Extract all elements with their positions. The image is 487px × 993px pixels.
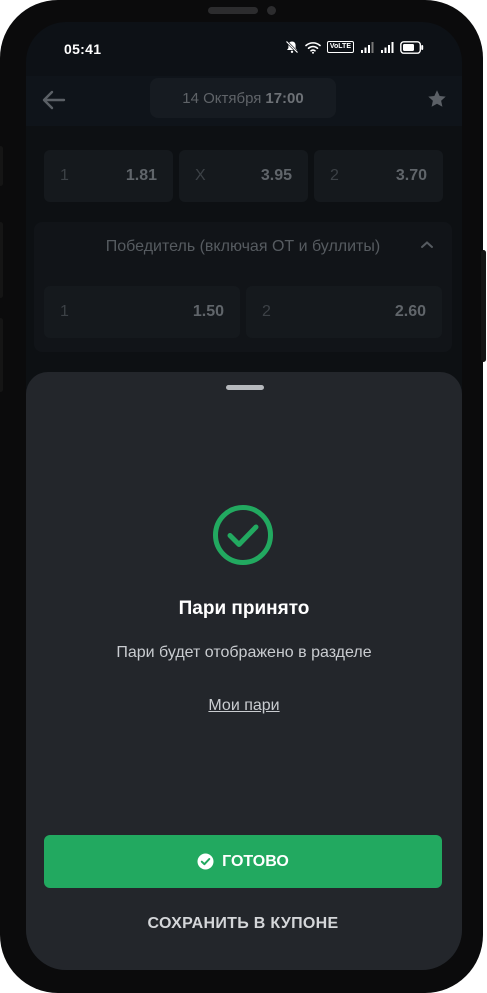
my-bets-link[interactable]: Мои пари bbox=[208, 697, 279, 714]
side-button-right bbox=[481, 250, 486, 362]
volte-icon: VoLTE bbox=[326, 41, 354, 53]
screen: 05:41 VoLTE 14 Октября 17:00 1 1.81 X 3.… bbox=[26, 22, 462, 970]
signal-icon bbox=[361, 42, 374, 53]
market-title: Победитель (включая ОТ и буллиты) bbox=[105, 238, 381, 255]
odds-row-winner: 1 1.50 2 2.60 bbox=[44, 286, 442, 338]
odds-value: 1.50 bbox=[192, 303, 224, 320]
outcome-label: 2 bbox=[330, 167, 339, 184]
event-time: 17:00 bbox=[265, 89, 304, 107]
front-camera bbox=[267, 6, 276, 15]
sheet-drag-handle[interactable] bbox=[226, 385, 264, 390]
sheet-title: Пари принято bbox=[178, 598, 310, 619]
status-bar: 05:41 VoLTE bbox=[26, 22, 462, 76]
app-bar: 14 Октября 17:00 bbox=[26, 76, 462, 126]
event-date: 14 Октября bbox=[182, 89, 262, 107]
save-to-coupon-button[interactable]: СОХРАНИТЬ В КУПОНЕ bbox=[44, 902, 442, 946]
mute-bell-icon bbox=[285, 40, 299, 54]
odds-value: 1.81 bbox=[125, 167, 157, 184]
markets-list: 1 1.81 X 3.95 2 3.70 Победитель (включая… bbox=[26, 126, 462, 386]
market-header[interactable]: Победитель (включая ОТ и буллиты) bbox=[34, 222, 452, 272]
odds-button[interactable]: 1 1.81 bbox=[44, 150, 173, 202]
success-check-icon bbox=[213, 505, 273, 565]
odds-value: 3.70 bbox=[395, 167, 427, 184]
signal-icon bbox=[381, 42, 394, 53]
check-circle-icon bbox=[197, 853, 214, 870]
event-date-selector[interactable]: 14 Октября 17:00 bbox=[150, 78, 336, 118]
star-icon[interactable] bbox=[426, 88, 448, 110]
outcome-label: 1 bbox=[60, 303, 69, 320]
odds-value: 3.95 bbox=[260, 167, 292, 184]
battery-icon bbox=[400, 40, 424, 54]
bet-accepted-sheet: Пари принято Пари будет отображено в раз… bbox=[26, 372, 462, 970]
market-card: Победитель (включая ОТ и буллиты) 1 1.50… bbox=[34, 222, 452, 352]
status-time: 05:41 bbox=[64, 41, 102, 57]
done-button-label: ГОТОВО bbox=[222, 852, 289, 870]
odds-button[interactable]: 2 2.60 bbox=[246, 286, 442, 338]
wifi-icon bbox=[305, 41, 321, 54]
volume-up-button bbox=[0, 222, 3, 298]
power-button bbox=[0, 146, 3, 186]
odds-value: 2.60 bbox=[394, 303, 426, 320]
odds-button[interactable]: 2 3.70 bbox=[314, 150, 443, 202]
volume-down-button bbox=[0, 318, 3, 392]
status-icons: VoLTE bbox=[285, 40, 424, 54]
odds-button[interactable]: 1 1.50 bbox=[44, 286, 240, 338]
outcome-label: 1 bbox=[60, 167, 69, 184]
speaker-grille bbox=[208, 7, 258, 14]
outcome-label: X bbox=[195, 167, 206, 184]
sheet-subtitle: Пари будет отображено в разделе bbox=[116, 644, 372, 661]
done-button[interactable]: ГОТОВО bbox=[44, 835, 442, 888]
odds-row-main: 1 1.81 X 3.95 2 3.70 bbox=[44, 150, 443, 202]
arrow-left-icon[interactable] bbox=[40, 86, 68, 114]
phone-frame: 05:41 VoLTE 14 Октября 17:00 1 1.81 X 3.… bbox=[0, 0, 486, 993]
outcome-label: 2 bbox=[262, 303, 271, 320]
chevron-up-icon bbox=[421, 241, 433, 248]
odds-button[interactable]: X 3.95 bbox=[179, 150, 308, 202]
my-bets-link-wrap: Мои пари bbox=[26, 697, 462, 715]
